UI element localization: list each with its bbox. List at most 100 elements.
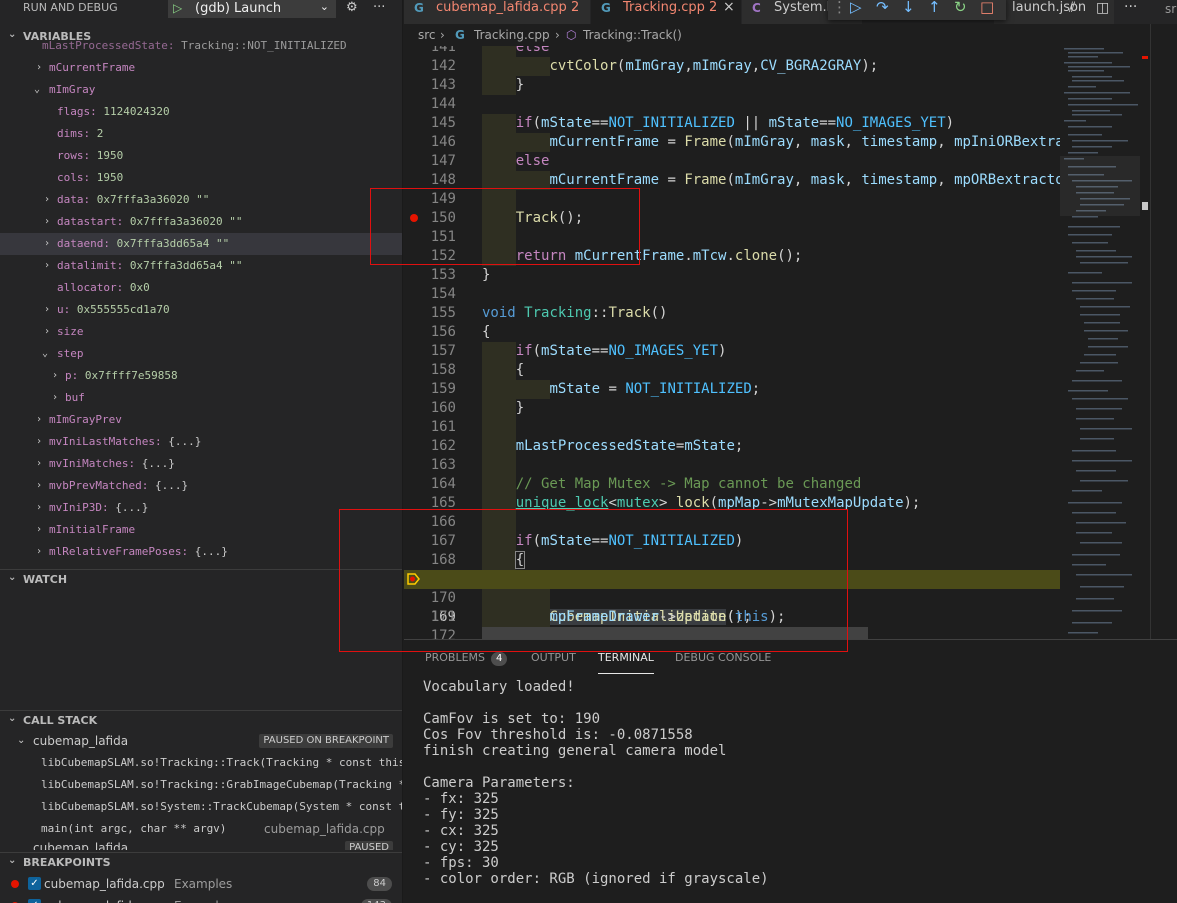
terminal-line: Vocabulary loaded! bbox=[423, 679, 575, 695]
chevron-down-icon: ⌄ bbox=[17, 735, 26, 746]
layout-icon[interactable]: ◫ bbox=[1096, 0, 1109, 16]
terminal-line: finish creating general camera model bbox=[423, 743, 727, 759]
variable-row[interactable]: › size bbox=[0, 321, 402, 343]
breadcrumb-file[interactable]: Tracking.cpp bbox=[474, 24, 550, 46]
variable-row[interactable]: › mvbPrevMatched: {...} bbox=[0, 475, 402, 497]
step-out-icon[interactable]: ↑ bbox=[928, 0, 941, 16]
continue-icon[interactable]: ▷ bbox=[850, 0, 862, 16]
variable-row[interactable]: rows: 1950 bbox=[0, 145, 402, 167]
chevron-right-icon: › bbox=[44, 238, 51, 249]
tab-problems[interactable]: PROBLEMS 4 bbox=[425, 651, 508, 666]
stack-frame[interactable]: libCubemapSLAM.so!Tracking::Track(Tracki… bbox=[0, 752, 402, 774]
variable-row[interactable]: › u: 0x555555cd1a70 bbox=[0, 299, 402, 321]
variable-row[interactable]: ⌄ mImGray bbox=[0, 79, 402, 101]
variable-row[interactable]: mLastProcessedState: Tracking::NOT_INITI… bbox=[0, 40, 402, 57]
variable-row[interactable]: dims: 2 bbox=[0, 123, 402, 145]
tab-terminal[interactable]: TERMINAL bbox=[598, 651, 654, 674]
step-over-icon[interactable]: ↷ bbox=[876, 0, 889, 16]
play-icon[interactable]: ▷ bbox=[173, 1, 182, 15]
status-badge: PAUSED bbox=[345, 841, 393, 850]
variable-row[interactable]: allocator: 0x0 bbox=[0, 277, 402, 299]
gear-icon[interactable]: ⚙ bbox=[346, 0, 358, 15]
chevron-right-icon: › bbox=[44, 194, 51, 205]
callstack-header[interactable]: ⌄ CALL STACK bbox=[0, 710, 402, 730]
editor-tabbar: G cubemap_lafida.cpp 2 G Tracking.cpp 2 … bbox=[404, 0, 1177, 24]
restart-icon[interactable]: ↻ bbox=[954, 0, 967, 16]
minimap[interactable] bbox=[1060, 46, 1148, 639]
second-pane-label: sr bbox=[1165, 2, 1177, 16]
chevron-down-icon[interactable]: ⌄ bbox=[320, 0, 329, 13]
checkbox-icon[interactable]: ✓ bbox=[28, 899, 41, 903]
watch-header[interactable]: ⌄ WATCH bbox=[0, 569, 402, 589]
chevron-down-icon: ⌄ bbox=[8, 855, 17, 866]
variable-row[interactable]: › buf bbox=[0, 387, 402, 409]
variable-row-selected[interactable]: › dataend: 0x7fffa3dd65a4 "" bbox=[0, 233, 402, 255]
debug-toolbar: ⋮ ▷ ↷ ↓ ↑ ↻ □ bbox=[828, 0, 1006, 20]
horizontal-scrollbar[interactable] bbox=[482, 627, 868, 639]
variable-row[interactable]: › mvIniMatches: {...} bbox=[0, 453, 402, 475]
breakpoint-item[interactable]: ✓ cubemap_lafida.cpp Examples 143 bbox=[0, 895, 402, 903]
thread-row[interactable]: ⌄ cubemap_lafida PAUSED ON BREAKPOINT bbox=[0, 730, 402, 752]
panel-tabs: PROBLEMS 4 OUTPUT TERMINAL DEBUG CONSOLE bbox=[404, 640, 1177, 674]
variable-row[interactable]: › mInitialFrame bbox=[0, 519, 402, 541]
variable-row[interactable]: › mvIniP3D: {...} bbox=[0, 497, 402, 519]
variable-row[interactable]: › datastart: 0x7fffa3a36020 "" bbox=[0, 211, 402, 233]
thread-row[interactable]: cubemap_lafida PAUSED bbox=[0, 840, 402, 850]
terminal-line: - fps: 30 bbox=[423, 855, 499, 871]
stop-icon[interactable]: □ bbox=[980, 0, 994, 16]
chevron-down-icon: ⌄ bbox=[8, 29, 17, 40]
step-into-icon[interactable]: ↓ bbox=[902, 0, 915, 16]
variable-row[interactable]: ⌄ step bbox=[0, 343, 402, 365]
vertical-scrollbar[interactable] bbox=[1140, 46, 1150, 639]
variable-row[interactable]: › mCurrentFrame bbox=[0, 57, 402, 79]
tab-tracking[interactable]: G Tracking.cpp 2 × bbox=[591, 0, 741, 24]
terminal-line: CamFov is set to: 190 bbox=[423, 711, 601, 727]
cpp-file-icon: G bbox=[455, 28, 465, 42]
drag-handle-icon[interactable]: ⋮ bbox=[832, 0, 847, 16]
breakpoint-dot-icon bbox=[11, 880, 19, 888]
debug-sidebar: RUN AND DEBUG ▷ (gdb) Launch ⌄ ⚙ ··· ⌄ V… bbox=[0, 0, 403, 903]
stack-frame[interactable]: libCubemapSLAM.so!Tracking::GrabImageCub… bbox=[0, 774, 402, 796]
breadcrumb-folder[interactable]: src bbox=[418, 24, 436, 46]
breadcrumb-symbol[interactable]: Tracking::Track() bbox=[583, 24, 682, 46]
stack-frame[interactable]: main(int argc, char ** argv) cubemap_laf… bbox=[0, 818, 402, 840]
variable-row[interactable]: cols: 1950 bbox=[0, 167, 402, 189]
stack-frame[interactable]: libCubemapSLAM.so!System::TrackCubemap(S… bbox=[0, 796, 402, 818]
chevron-right-icon: › bbox=[52, 370, 59, 381]
terminal-output[interactable]: Vocabulary loaded! CamFov is set to: 190… bbox=[423, 679, 1163, 887]
launch-config-select[interactable]: ▷ (gdb) Launch ⌄ bbox=[168, 0, 336, 18]
close-icon[interactable]: × bbox=[723, 0, 735, 15]
terminal-line: - cx: 325 bbox=[423, 823, 499, 839]
chevron-right-icon: › bbox=[44, 260, 51, 271]
chevron-right-icon: › bbox=[44, 326, 51, 337]
variable-row[interactable]: › mImGrayPrev bbox=[0, 409, 402, 431]
variable-row[interactable]: › p: 0x7ffff7e59858 bbox=[0, 365, 402, 387]
tab-debug-console[interactable]: DEBUG CONSOLE bbox=[675, 651, 771, 664]
code-editor[interactable]: 141 else 142 cvtColor(mImGray,mImGray,CV… bbox=[404, 46, 1060, 639]
chevron-down-icon: ⌄ bbox=[34, 84, 41, 95]
second-editor-pane[interactable] bbox=[1150, 24, 1177, 639]
more-icon[interactable]: ··· bbox=[1124, 0, 1137, 15]
variable-row[interactable]: flags: 1124024320 bbox=[0, 101, 402, 123]
split-editor-icon[interactable]: ⫽ bbox=[1069, 0, 1075, 16]
tab-cubemap-lafida[interactable]: G cubemap_lafida.cpp 2 bbox=[404, 0, 590, 24]
breakpoints-header[interactable]: ⌄ BREAKPOINTS bbox=[0, 852, 402, 872]
terminal-line: - fy: 325 bbox=[423, 807, 499, 823]
variable-row[interactable]: › mvIniLastMatches: {...} bbox=[0, 431, 402, 453]
breakpoint-item[interactable]: ✓ cubemap_lafida.cpp Examples 84 bbox=[0, 873, 402, 895]
more-icon[interactable]: ··· bbox=[373, 0, 385, 15]
chevron-right-icon: › bbox=[36, 546, 43, 557]
chevron-right-icon: › bbox=[44, 304, 51, 315]
variable-row[interactable]: › data: 0x7fffa3a36020 "" bbox=[0, 189, 402, 211]
variable-row[interactable]: › mlRelativeFramePoses: {...} bbox=[0, 541, 402, 562]
terminal-line: Cos Fov threshold is: -0.0871558 bbox=[423, 727, 693, 743]
tab-output[interactable]: OUTPUT bbox=[531, 651, 576, 664]
chevron-down-icon: ⌄ bbox=[8, 572, 17, 583]
chevron-down-icon: ⌄ bbox=[42, 348, 49, 359]
variable-row[interactable]: › datalimit: 0x7fffa3dd65a4 "" bbox=[0, 255, 402, 277]
checkbox-icon[interactable]: ✓ bbox=[28, 877, 41, 890]
terminal-line: Camera Parameters: bbox=[423, 775, 575, 791]
chevron-down-icon: ⌄ bbox=[8, 713, 17, 724]
bottom-panel: PROBLEMS 4 OUTPUT TERMINAL DEBUG CONSOLE … bbox=[404, 639, 1177, 903]
